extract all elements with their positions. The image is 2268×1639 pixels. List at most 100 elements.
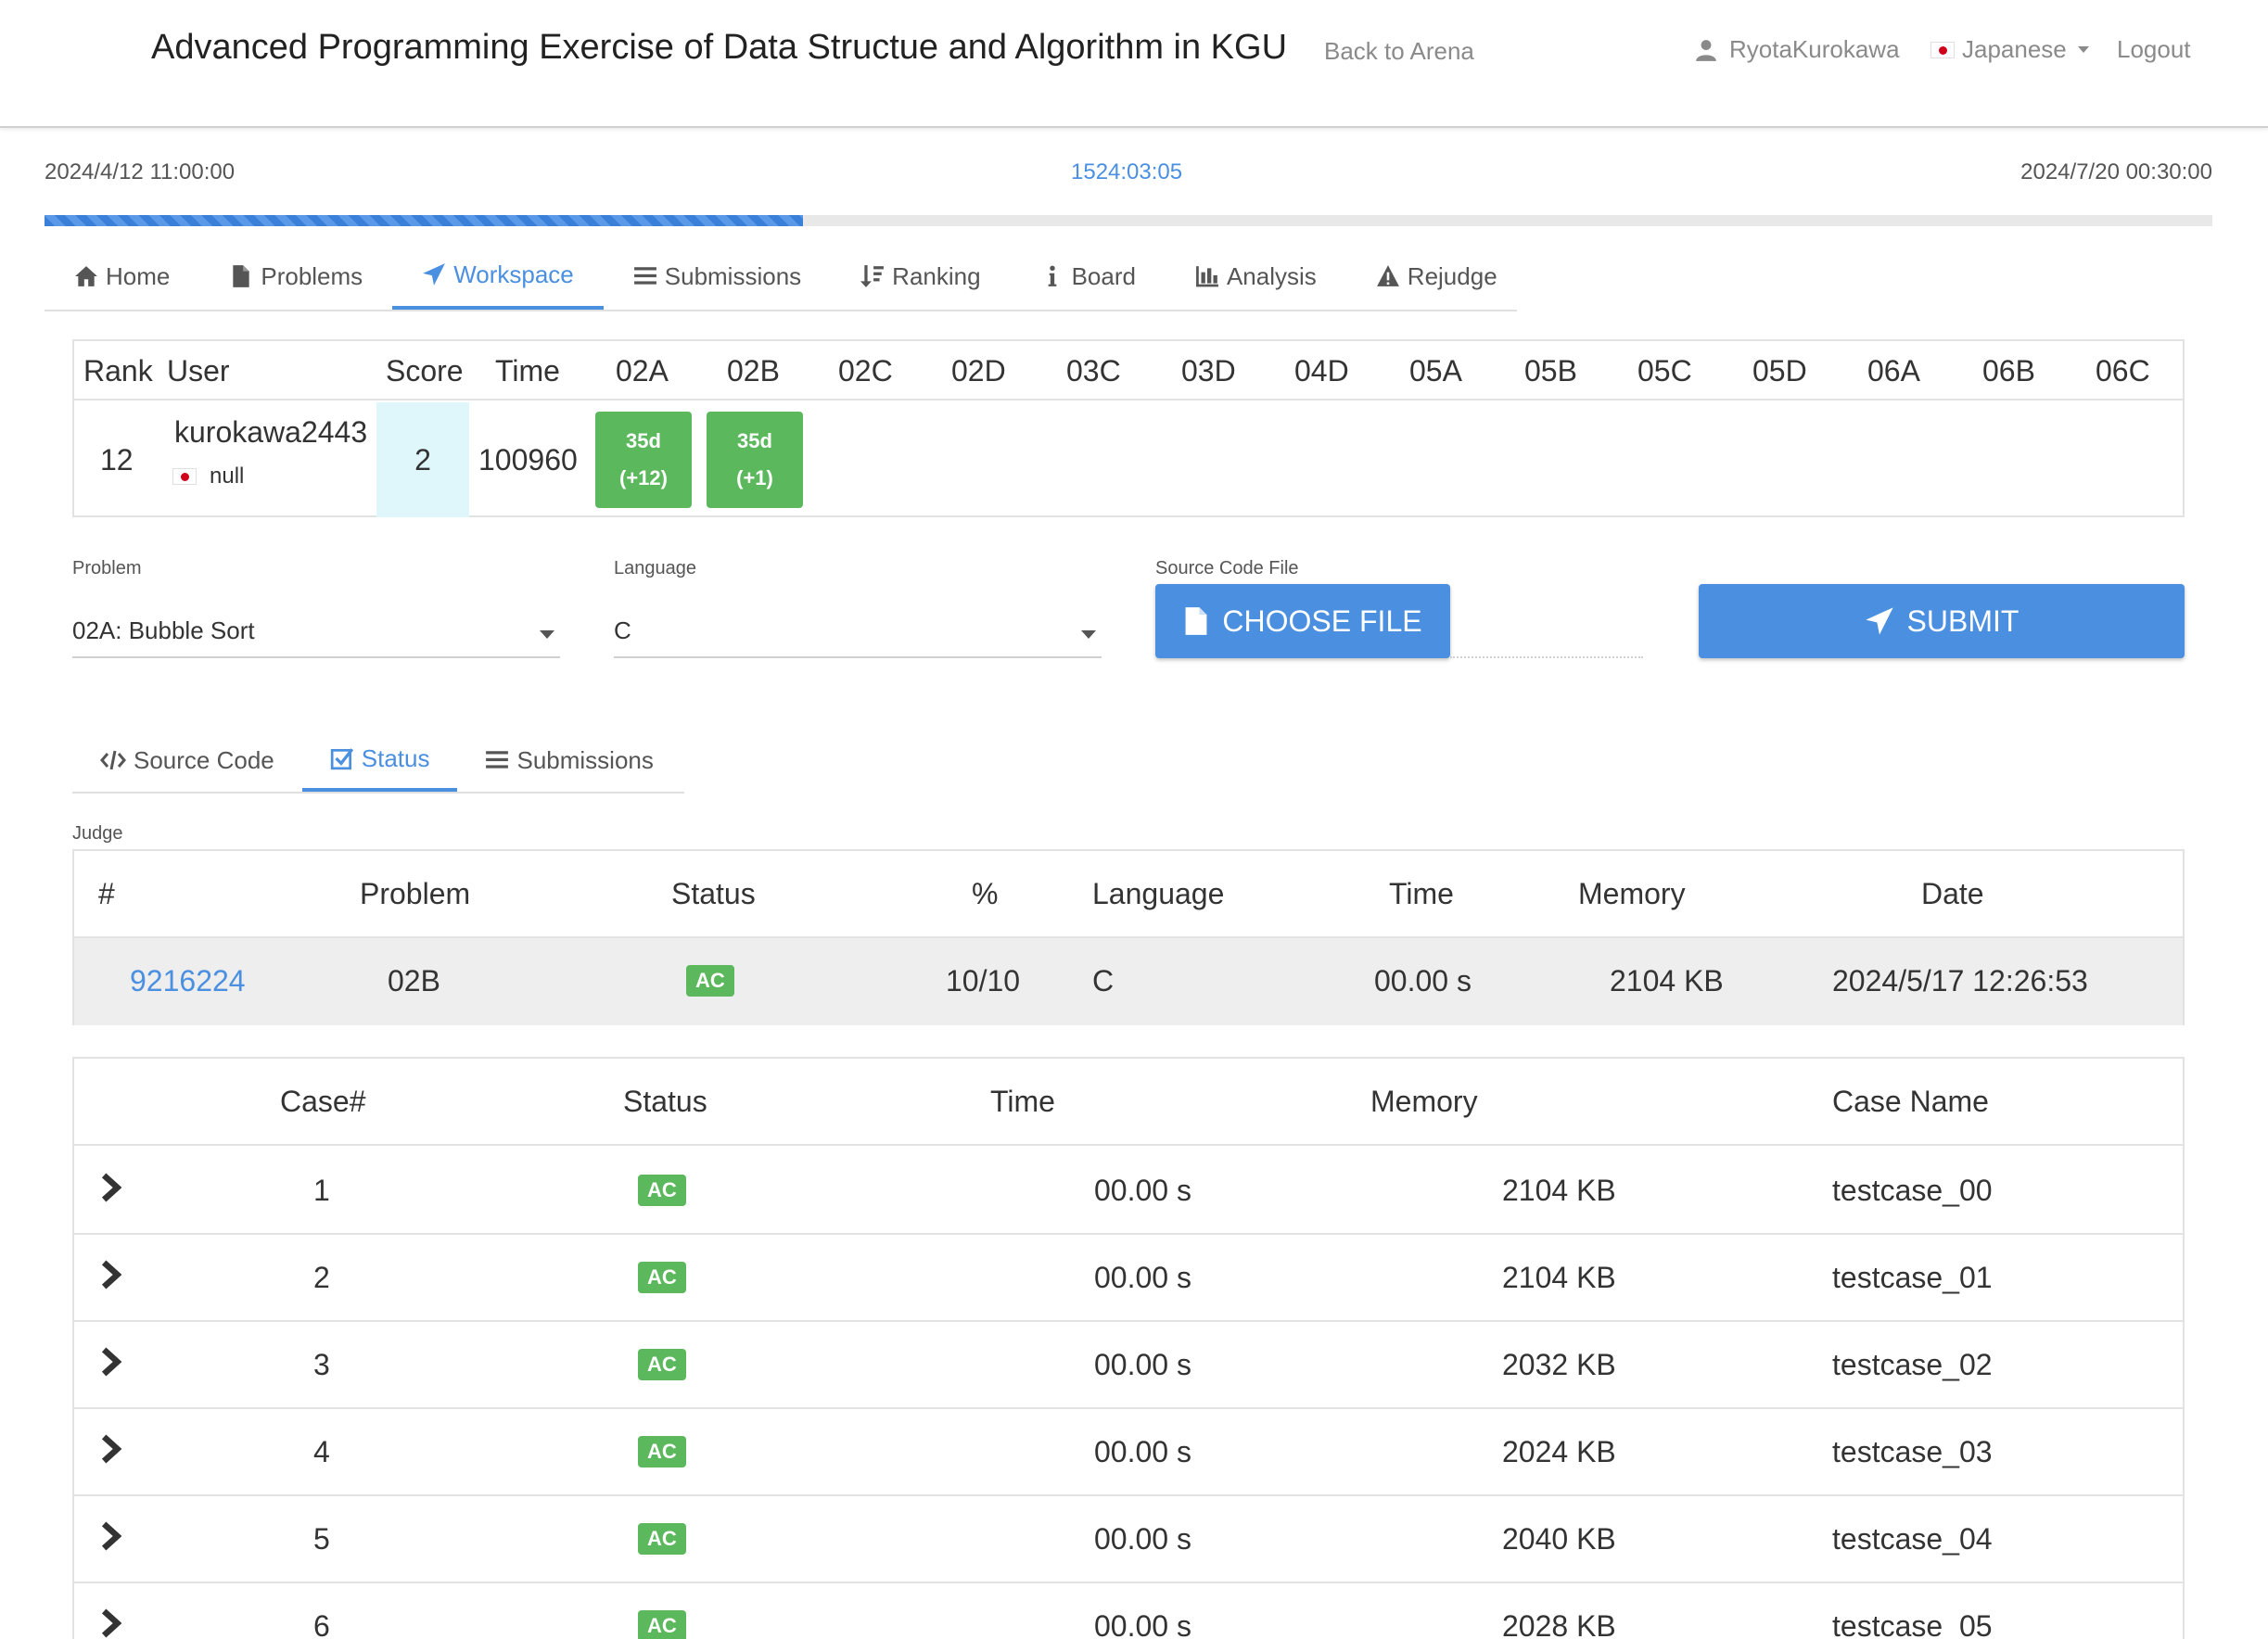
case-name: testcase_04	[1832, 1522, 1993, 1556]
testcase-table: Case# Status Time Memory Case Name 1 AC 00…	[72, 1057, 2185, 1639]
ranking-header-row: Rank User Score Time 02A 02B 02C 02D 03C…	[74, 341, 2183, 400]
ranking-solved-02a[interactable]: 35d (+12)	[595, 412, 692, 508]
ranking-time: 100960	[478, 443, 578, 476]
ranking-header-05a: 05A	[1409, 354, 1462, 388]
contest-end-time: 2024/7/20 00:30:00	[2020, 159, 2212, 184]
nav-home[interactable]: Home	[45, 243, 199, 310]
chevron-right-icon[interactable]	[98, 1520, 124, 1552]
submit-button[interactable]: SUBMIT	[1699, 584, 2185, 658]
judge-memory: 2104 KB	[1610, 964, 1724, 997]
nav-board-label: Board	[1071, 261, 1136, 290]
nav-workspace[interactable]: Workspace	[392, 243, 604, 310]
nav-submissions-label: Submissions	[664, 261, 802, 290]
testcase-row[interactable]: 6 AC 00.00 s 2028 KB testcase_05	[74, 1583, 2183, 1639]
workspace-subnav: Source Code Status Submissions	[72, 729, 684, 794]
tab-source-code-label: Source Code	[134, 745, 274, 774]
case-number: 2	[313, 1261, 330, 1294]
nav-ranking[interactable]: Ranking	[831, 243, 1010, 310]
case-header-time: Time	[990, 1085, 1055, 1118]
chevron-right-icon[interactable]	[98, 1172, 124, 1203]
back-to-arena-link[interactable]: Back to Arena	[1324, 37, 1474, 66]
contest-remaining-time: 1524:03:05	[1071, 159, 1183, 184]
ranking-header-06a: 06A	[1867, 354, 1920, 388]
judge-header-memory: Memory	[1578, 877, 1686, 910]
status-badge: AC	[638, 1175, 686, 1206]
app-title[interactable]: Advanced Programming Exercise of Data St…	[151, 28, 1287, 68]
ranking-header-rank: Rank	[83, 354, 153, 388]
problem-select[interactable]: 02A: Bubble Sort	[72, 604, 560, 658]
tab-source-code[interactable]: Source Code	[72, 729, 302, 792]
user-menu[interactable]: RyotaKurokawa	[1694, 35, 1900, 64]
judge-language: C	[1092, 964, 1115, 997]
case-header-name: Case Name	[1832, 1085, 1989, 1118]
tab-submissions[interactable]: Submissions	[457, 729, 681, 792]
judge-percent: 10/10	[946, 964, 1021, 997]
ranking-user-link[interactable]: kurokawa2443	[174, 415, 367, 450]
contest-progress-bar	[45, 215, 2212, 226]
nav-rejudge[interactable]: Rejudge	[1346, 243, 1527, 310]
case-memory: 2104 KB	[1502, 1261, 1616, 1294]
tab-submissions-label: Submissions	[516, 745, 654, 774]
language-select-value: C	[614, 616, 631, 644]
judge-table: # Problem Status % Language Time Memory …	[72, 849, 2185, 1025]
contest-progress-fill	[45, 215, 804, 226]
nav-problems[interactable]: Problems	[199, 243, 392, 310]
nav-board[interactable]: Board	[1011, 243, 1166, 310]
status-badge: AC	[638, 1436, 686, 1467]
nav-submissions[interactable]: Submissions	[604, 243, 831, 310]
ranking-header-user: User	[167, 354, 230, 388]
case-status: AC	[638, 1257, 686, 1293]
list-icon	[633, 267, 656, 285]
case-time: 00.00 s	[1094, 1435, 1191, 1468]
ranking-solved-02b[interactable]: 35d (+1)	[707, 412, 803, 508]
file-icon	[233, 265, 250, 287]
nav-problems-label: Problems	[261, 261, 363, 290]
chevron-down-icon	[540, 630, 554, 639]
chevron-right-icon[interactable]	[98, 1346, 124, 1378]
language-select[interactable]: C	[614, 604, 1102, 658]
ranking-score: 2	[376, 402, 469, 517]
case-time: 00.00 s	[1094, 1261, 1191, 1294]
language-dropdown[interactable]: Japanese	[1930, 35, 2089, 64]
case-memory: 2032 KB	[1502, 1348, 1616, 1381]
case-status: AC	[638, 1170, 686, 1206]
testcase-row[interactable]: 2 AC 00.00 s 2104 KB testcase_01	[74, 1235, 2183, 1322]
ranking-affiliation: null	[172, 464, 244, 489]
judge-header-row: # Problem Status % Language Time Memory …	[74, 851, 2183, 938]
case-number: 6	[313, 1609, 330, 1639]
case-status: AC	[638, 1518, 686, 1555]
file-name-field	[1450, 656, 1643, 658]
judge-header-percent: %	[972, 877, 999, 910]
testcase-row[interactable]: 3 AC 00.00 s 2032 KB testcase_02	[74, 1322, 2183, 1409]
case-memory: 2104 KB	[1502, 1174, 1616, 1207]
japan-flag-icon	[1930, 41, 1955, 58]
logout-link[interactable]: Logout	[2117, 35, 2191, 64]
judge-header-problem: Problem	[360, 877, 471, 910]
chevron-right-icon[interactable]	[98, 1433, 124, 1465]
info-icon	[1048, 265, 1056, 286]
chevron-down-icon	[1081, 630, 1096, 639]
submit-label: SUBMIT	[1906, 604, 2020, 638]
case-time: 00.00 s	[1094, 1609, 1191, 1639]
choose-file-button[interactable]: CHOOSE FILE	[1155, 584, 1450, 658]
language-label: Language	[614, 558, 696, 578]
case-name: testcase_03	[1832, 1435, 1993, 1468]
chevron-right-icon[interactable]	[98, 1259, 124, 1290]
ranking-header-time: Time	[495, 354, 560, 388]
case-header-memory: Memory	[1370, 1085, 1478, 1118]
testcase-row[interactable]: 5 AC 00.00 s 2040 KB testcase_04	[74, 1496, 2183, 1583]
user-name: RyotaKurokawa	[1729, 35, 1900, 63]
case-status: AC	[638, 1344, 686, 1380]
testcase-row[interactable]: 4 AC 00.00 s 2024 KB testcase_03	[74, 1409, 2183, 1496]
solved-02a-time: 35d	[626, 429, 661, 452]
judge-header-status: Status	[671, 877, 756, 910]
nav-analysis[interactable]: Analysis	[1166, 243, 1346, 310]
tab-status[interactable]: Status	[301, 729, 458, 792]
submission-id-link[interactable]: 9216224	[130, 964, 246, 998]
send-icon	[423, 263, 446, 286]
judge-header-language: Language	[1092, 877, 1225, 910]
case-time: 00.00 s	[1094, 1348, 1191, 1381]
case-name: testcase_00	[1832, 1174, 1993, 1207]
chevron-right-icon[interactable]	[98, 1607, 124, 1639]
testcase-row[interactable]: 1 AC 00.00 s 2104 KB testcase_00	[74, 1148, 2183, 1235]
